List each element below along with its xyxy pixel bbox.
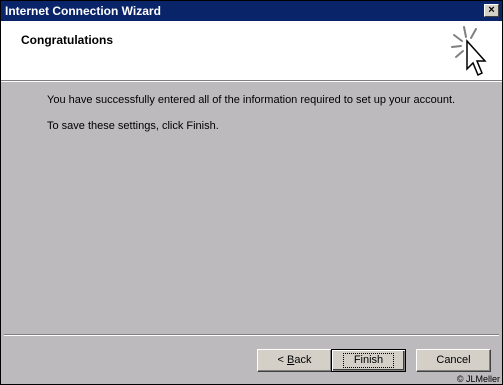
finish-button[interactable]: Finish [331, 349, 406, 372]
page-title: Congratulations [21, 33, 113, 47]
back-button[interactable]: < Back [257, 349, 332, 372]
close-button[interactable]: × [484, 4, 499, 17]
title-bar[interactable]: Internet Connection Wizard × [1, 1, 502, 21]
finish-label: Finish [342, 353, 395, 368]
header-divider [1, 81, 502, 82]
back-arrow-label: < [277, 354, 287, 366]
wizard-sparkle-cursor-icon [451, 26, 487, 77]
cancel-label: Cancel [436, 354, 471, 366]
cancel-button[interactable]: Cancel [416, 349, 491, 372]
wizard-content: You have successfully entered all of the… [47, 94, 455, 146]
window-title: Internet Connection Wizard [5, 4, 161, 18]
close-icon: × [488, 4, 495, 16]
wizard-header: Congratulations [1, 21, 502, 81]
back-label: ack [294, 354, 312, 366]
success-message: You have successfully entered all of the… [47, 94, 456, 106]
copyright-text: © JLMeller [456, 374, 500, 384]
finish-instruction: To save these settings, click Finish. [47, 120, 219, 132]
button-divider [4, 334, 499, 336]
wizard-window: Internet Connection Wizard × Congratulat… [0, 0, 503, 385]
